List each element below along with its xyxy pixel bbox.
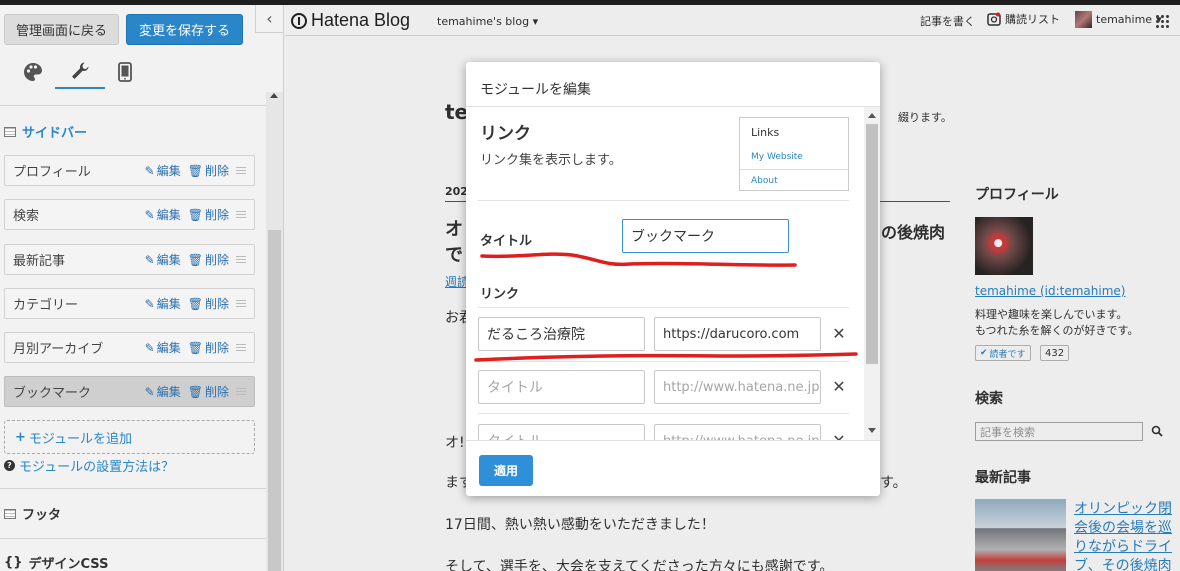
drag-handle-icon[interactable]: [236, 343, 246, 352]
collapse-panel-button[interactable]: ‹: [255, 5, 283, 33]
trash-icon: 🗑: [187, 207, 203, 222]
link-title-input[interactable]: タイトル: [478, 370, 645, 404]
smartphone-icon: [118, 62, 132, 82]
sidebar-icon: [4, 126, 16, 137]
edit-link[interactable]: ✎ 編集: [145, 162, 181, 179]
module-item-archive[interactable]: 月別アーカイブ ✎ 編集 🗑 削除: [4, 332, 255, 363]
delete-link[interactable]: 🗑 削除: [188, 383, 229, 400]
pencil-icon: ✎: [144, 340, 155, 355]
wrench-icon: [72, 62, 89, 79]
link-url-input[interactable]: http://www.hatena.ne.jp: [654, 370, 821, 404]
module-item-search[interactable]: 検索 ✎ 編集 🗑 削除: [4, 199, 255, 230]
palette-icon: [24, 63, 42, 81]
dialog-body: リンク リンク集を表示します。 Links My Website About タ…: [466, 107, 880, 440]
edit-module-dialog: モジュールを編集 リンク リンク集を表示します。 Links My Websit…: [466, 62, 880, 496]
tab-customize[interactable]: [55, 55, 105, 89]
module-howto-link[interactable]: ? モジュールの設置方法は？: [4, 456, 174, 475]
top-border: [0, 0, 1180, 5]
panel-scroll-thumb[interactable]: [268, 230, 281, 571]
delete-link[interactable]: 🗑 削除: [188, 295, 229, 312]
link-title-input[interactable]: だるころ治療院: [478, 317, 645, 351]
link-row: タイトル http://www.hatena.ne.jp ✕: [478, 370, 849, 404]
drag-handle-icon[interactable]: [236, 210, 246, 219]
dialog-title: モジュールを編集: [480, 82, 592, 98]
remove-link-icon[interactable]: ✕: [832, 431, 846, 441]
edit-link[interactable]: ✎ 編集: [145, 339, 181, 356]
divider: [466, 440, 880, 441]
module-item-category[interactable]: カテゴリー ✎ 編集 🗑 削除: [4, 288, 255, 319]
dialog-scroll-thumb[interactable]: [866, 124, 878, 364]
remove-link-icon[interactable]: ✕: [832, 377, 846, 396]
edit-link[interactable]: ✎ 編集: [145, 383, 181, 400]
back-to-admin-button[interactable]: 管理画面に戻る: [4, 14, 119, 45]
divider: [478, 413, 849, 414]
divider: [0, 488, 266, 489]
question-icon: ?: [4, 460, 15, 471]
drag-handle-icon[interactable]: [236, 299, 246, 308]
save-changes-button[interactable]: 変更を保存する: [126, 14, 243, 45]
scroll-up-arrow-icon[interactable]: [270, 93, 278, 98]
link-url-input[interactable]: https://darucoro.com: [654, 317, 821, 351]
title-label: タイトル: [480, 234, 533, 249]
link-title-input[interactable]: タイトル: [478, 424, 645, 440]
divider: [478, 361, 849, 362]
editor-panel: 管理画面に戻る 変更を保存する ‹ サイドバー プロフィール ✎ 編集 🗑 削除 検…: [0, 0, 284, 571]
module-preview-thumbnail: Links My Website About: [739, 117, 849, 191]
drag-handle-icon[interactable]: [236, 387, 246, 396]
drag-handle-icon[interactable]: [236, 166, 246, 175]
delete-link[interactable]: 🗑 削除: [188, 339, 229, 356]
drag-handle-icon[interactable]: [236, 255, 246, 264]
pencil-icon: ✎: [144, 296, 155, 311]
module-item-bookmark[interactable]: ブックマーク ✎ 編集 🗑 削除: [4, 376, 255, 407]
module-type-name: リンク: [480, 124, 531, 144]
trash-icon: 🗑: [187, 252, 203, 267]
plus-icon: +: [15, 429, 26, 445]
divider: [478, 307, 849, 308]
divider: [740, 169, 848, 170]
delete-link[interactable]: 🗑 削除: [188, 251, 229, 268]
braces-icon: {}: [4, 555, 23, 570]
delete-link[interactable]: 🗑 削除: [188, 162, 229, 179]
links-label: リンク: [480, 287, 520, 302]
edit-link[interactable]: ✎ 編集: [145, 251, 181, 268]
pencil-icon: ✎: [144, 207, 155, 222]
sidebar-section-heading[interactable]: サイドバー: [4, 122, 87, 141]
footer-icon: [4, 508, 16, 519]
trash-icon: 🗑: [187, 340, 203, 355]
scroll-down-arrow-icon[interactable]: [868, 428, 876, 433]
divider: [0, 105, 266, 106]
trash-icon: 🗑: [187, 296, 203, 311]
trash-icon: 🗑: [187, 384, 203, 399]
scroll-up-arrow-icon[interactable]: [868, 113, 876, 118]
footer-section-heading[interactable]: フッタ: [4, 504, 61, 523]
link-row: だるころ治療院 https://darucoro.com ✕: [478, 317, 849, 351]
pencil-icon: ✎: [144, 384, 155, 399]
module-item-recent[interactable]: 最新記事 ✎ 編集 🗑 削除: [4, 244, 255, 275]
divider: [478, 200, 849, 201]
pencil-icon: ✎: [144, 163, 155, 178]
apply-button[interactable]: 適用: [479, 455, 533, 486]
remove-link-icon[interactable]: ✕: [832, 324, 846, 343]
edit-link[interactable]: ✎ 編集: [145, 295, 181, 312]
trash-icon: 🗑: [187, 163, 203, 178]
link-url-input[interactable]: http://www.hatena.ne.jp: [654, 424, 821, 440]
chevron-left-icon: ‹: [266, 9, 273, 28]
delete-link[interactable]: 🗑 削除: [188, 206, 229, 223]
module-item-profile[interactable]: プロフィール ✎ 編集 🗑 削除: [4, 155, 255, 186]
divider: [0, 538, 266, 539]
edit-link[interactable]: ✎ 編集: [145, 206, 181, 223]
module-type-description: リンク集を表示します。: [480, 153, 622, 168]
link-row: タイトル http://www.hatena.ne.jp ✕: [478, 424, 849, 440]
module-title-input[interactable]: ブックマーク: [622, 219, 789, 253]
add-module-button[interactable]: + モジュールを追加: [4, 420, 255, 454]
design-css-section-heading[interactable]: {} デザインCSS: [4, 553, 108, 571]
tab-smartphone[interactable]: [100, 55, 150, 89]
pencil-icon: ✎: [144, 252, 155, 267]
tab-design[interactable]: [8, 55, 58, 89]
